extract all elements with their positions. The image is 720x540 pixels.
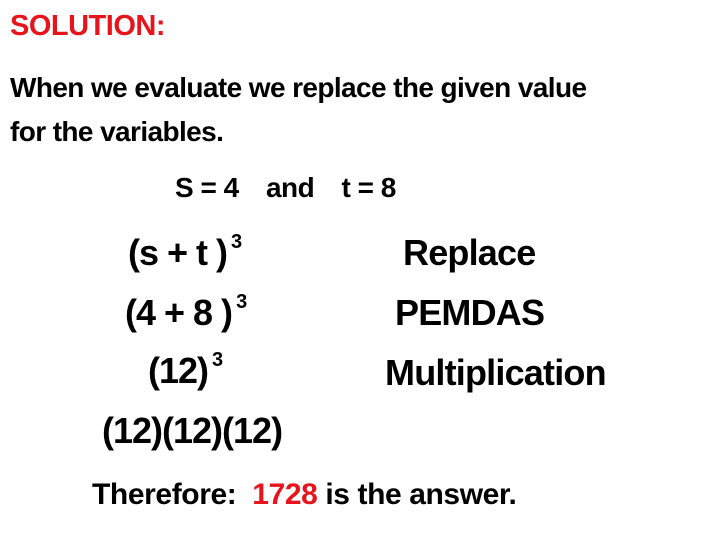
step-1-exponent: 3 [231,231,242,253]
step-2-expr: (4 + 8 ) [125,292,233,333]
given-t: t = 8 [341,172,397,203]
conclusion-suffix: is the answer. [325,478,517,511]
answer-value: 1728 [252,478,318,511]
solution-title: SOLUTION: [10,10,166,42]
step-2-expression: (4 + 8 ) 3 [125,291,247,334]
step-2-exponent: 3 [236,291,247,313]
step-1-expr: (s + t ) [128,232,228,273]
step-3-expr: (12) [148,350,209,391]
step-3-exponent: 3 [212,349,223,371]
step-1-note: Replace [403,232,536,273]
step-1-expression: (s + t ) 3 [128,231,242,274]
step-4-expression: (12)(12)(12) [102,410,283,452]
step-3-note: Multiplication [385,352,607,393]
intro-line-1: When we evaluate we replace the given va… [10,72,587,103]
intro-line-2: for the variables. [10,116,224,147]
step-4-expr: (12)(12)(12) [102,410,283,451]
conclusion-prefix: Therefore: [92,478,237,511]
step-2-note: PEMDAS [395,292,545,333]
given-joiner: and [265,172,315,203]
given-values: S = 4 and t = 8 [175,172,396,204]
conclusion: Therefore: 1728 is the answer. [92,478,517,512]
step-3-expression: (12) 3 [148,349,223,392]
given-s: S = 4 [175,172,239,203]
